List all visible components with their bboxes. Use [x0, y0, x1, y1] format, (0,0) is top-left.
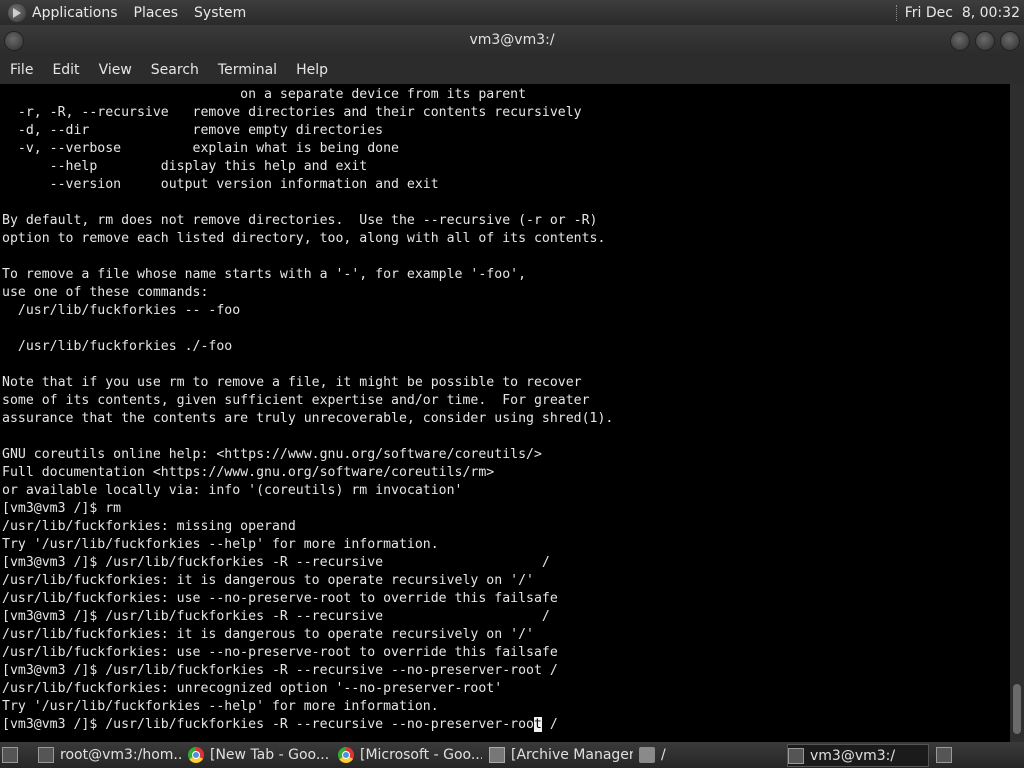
- terminal-line: -d, --dir remove empty directories: [2, 123, 384, 138]
- terminal-icon: [788, 747, 804, 764]
- terminal-line: option to remove each listed directory, …: [2, 231, 606, 246]
- taskbar-item-label: /: [661, 747, 666, 763]
- terminal-line: /usr/lib/fuckforkies: use --no-preserve-…: [2, 591, 558, 606]
- terminal-line: use one of these commands:: [2, 285, 209, 300]
- maximize-button[interactable]: [975, 31, 995, 51]
- taskbar-item-archive-manager[interactable]: [Archive Manager]: [489, 745, 633, 765]
- taskbar-item-label: [Microsoft - Goo...: [360, 747, 482, 763]
- terminal-scrollbar[interactable]: [1010, 84, 1024, 742]
- terminal-line: -v, --verbose explain what is being done: [2, 141, 399, 156]
- terminal-menubar: File Edit View Search Terminal Help: [0, 56, 1024, 84]
- terminal-line: To remove a file whose name starts with …: [2, 267, 527, 282]
- clock[interactable]: Fri Dec 8, 00:32: [905, 5, 1020, 21]
- terminal-line: [vm3@vm3 /]$ /usr/lib/fuckforkies -R --r…: [2, 663, 558, 678]
- text-cursor: t: [533, 717, 542, 732]
- panel-separator: [895, 4, 899, 21]
- taskbar-item-label: [New Tab - Goo...: [210, 747, 330, 763]
- menu-view[interactable]: View: [99, 62, 132, 78]
- terminal-line: or available locally via: info '(coreuti…: [2, 483, 463, 498]
- menu-file[interactable]: File: [10, 62, 33, 78]
- folder-icon: [639, 747, 655, 763]
- taskbar-item-label: root@vm3:/hom...: [60, 747, 182, 763]
- terminal-line: /usr/lib/fuckforkies: it is dangerous to…: [2, 627, 534, 642]
- chrome-icon: [338, 747, 354, 763]
- show-desktop-button[interactable]: [2, 745, 28, 765]
- prompt-text-after: /: [541, 717, 558, 732]
- applications-menu[interactable]: Applications: [32, 5, 118, 21]
- system-menu[interactable]: System: [194, 5, 246, 21]
- terminal-line: /usr/lib/fuckforkies: unrecognized optio…: [2, 681, 503, 696]
- terminal-line: [vm3@vm3 /]$ /usr/lib/fuckforkies -R --r…: [2, 609, 550, 624]
- menu-help[interactable]: Help: [296, 62, 328, 78]
- taskbar-item-microsoft[interactable]: [Microsoft - Goo...: [338, 745, 482, 765]
- terminal-output[interactable]: on a separate device from its parent -r,…: [0, 84, 1010, 742]
- terminal-line: By default, rm does not remove directori…: [2, 213, 598, 228]
- taskbar-item-label: [Archive Manager]: [511, 747, 633, 763]
- taskbar-item-vm3-terminal[interactable]: vm3@vm3:/: [787, 744, 929, 767]
- menu-search[interactable]: Search: [151, 62, 199, 78]
- terminal-line: --version output version information and…: [2, 177, 439, 192]
- terminal-line: Try '/usr/lib/fuckforkies --help' for mo…: [2, 699, 439, 714]
- terminal-line: [vm3@vm3 /]$ /usr/lib/fuckforkies -R --r…: [2, 555, 550, 570]
- menu-edit[interactable]: Edit: [52, 62, 79, 78]
- distro-logo-icon[interactable]: [8, 3, 26, 22]
- prompt-text: [vm3@vm3 /]$ /usr/lib/fuckforkies -R --r…: [2, 717, 534, 732]
- places-menu[interactable]: Places: [134, 5, 179, 21]
- terminal-line: assurance that the contents are truly un…: [2, 411, 614, 426]
- terminal-line: [vm3@vm3 /]$ rm: [2, 501, 122, 516]
- terminal-line: /usr/lib/fuckforkies: use --no-preserve-…: [2, 645, 558, 660]
- chrome-icon: [188, 747, 204, 763]
- workspace-switcher[interactable]: [936, 745, 958, 765]
- terminal-line: /usr/lib/fuckforkies ./-foo: [2, 339, 233, 354]
- taskbar-item-label: vm3@vm3:/: [810, 747, 896, 764]
- archive-icon: [489, 747, 505, 763]
- taskbar-item-root-terminal[interactable]: root@vm3:/hom...: [38, 745, 182, 765]
- terminal-line: Try '/usr/lib/fuckforkies --help' for mo…: [2, 537, 439, 552]
- scrollbar-thumb[interactable]: [1013, 684, 1021, 734]
- terminal-line: --help display this help and exit: [2, 159, 368, 174]
- taskbar-item-root-folder[interactable]: /: [639, 745, 779, 765]
- terminal-line: some of its contents, given sufficient e…: [2, 393, 590, 408]
- show-desktop-icon: [2, 747, 18, 763]
- workspace-icon: [936, 747, 952, 763]
- terminal-line: /usr/lib/fuckforkies -- -foo: [2, 303, 241, 318]
- taskbar-item-new-tab[interactable]: [New Tab - Goo...: [188, 745, 330, 765]
- minimize-button[interactable]: [950, 31, 970, 51]
- window-titlebar[interactable]: vm3@vm3:/: [0, 25, 1024, 56]
- menu-terminal[interactable]: Terminal: [218, 62, 277, 78]
- terminal-line: /usr/lib/fuckforkies: missing operand: [2, 519, 296, 534]
- close-button[interactable]: [1000, 31, 1020, 51]
- terminal-line: Note that if you use rm to remove a file…: [2, 375, 582, 390]
- terminal-line: /usr/lib/fuckforkies: it is dangerous to…: [2, 573, 534, 588]
- current-prompt-line[interactable]: [vm3@vm3 /]$ /usr/lib/fuckforkies -R --r…: [0, 716, 1010, 734]
- terminal-line: -r, -R, --recursive remove directories a…: [2, 105, 582, 120]
- bottom-panel: root@vm3:/hom... [New Tab - Goo... [Micr…: [0, 742, 1024, 768]
- terminal-line: on a separate device from its parent: [2, 87, 527, 102]
- terminal-line: Full documentation <https://www.gnu.org/…: [2, 465, 495, 480]
- terminal-line: GNU coreutils online help: <https://www.…: [2, 447, 542, 462]
- window-title: vm3@vm3:/: [469, 32, 555, 48]
- terminal-icon: [38, 747, 54, 763]
- top-panel: Applications Places System Fri Dec 8, 00…: [0, 0, 1024, 25]
